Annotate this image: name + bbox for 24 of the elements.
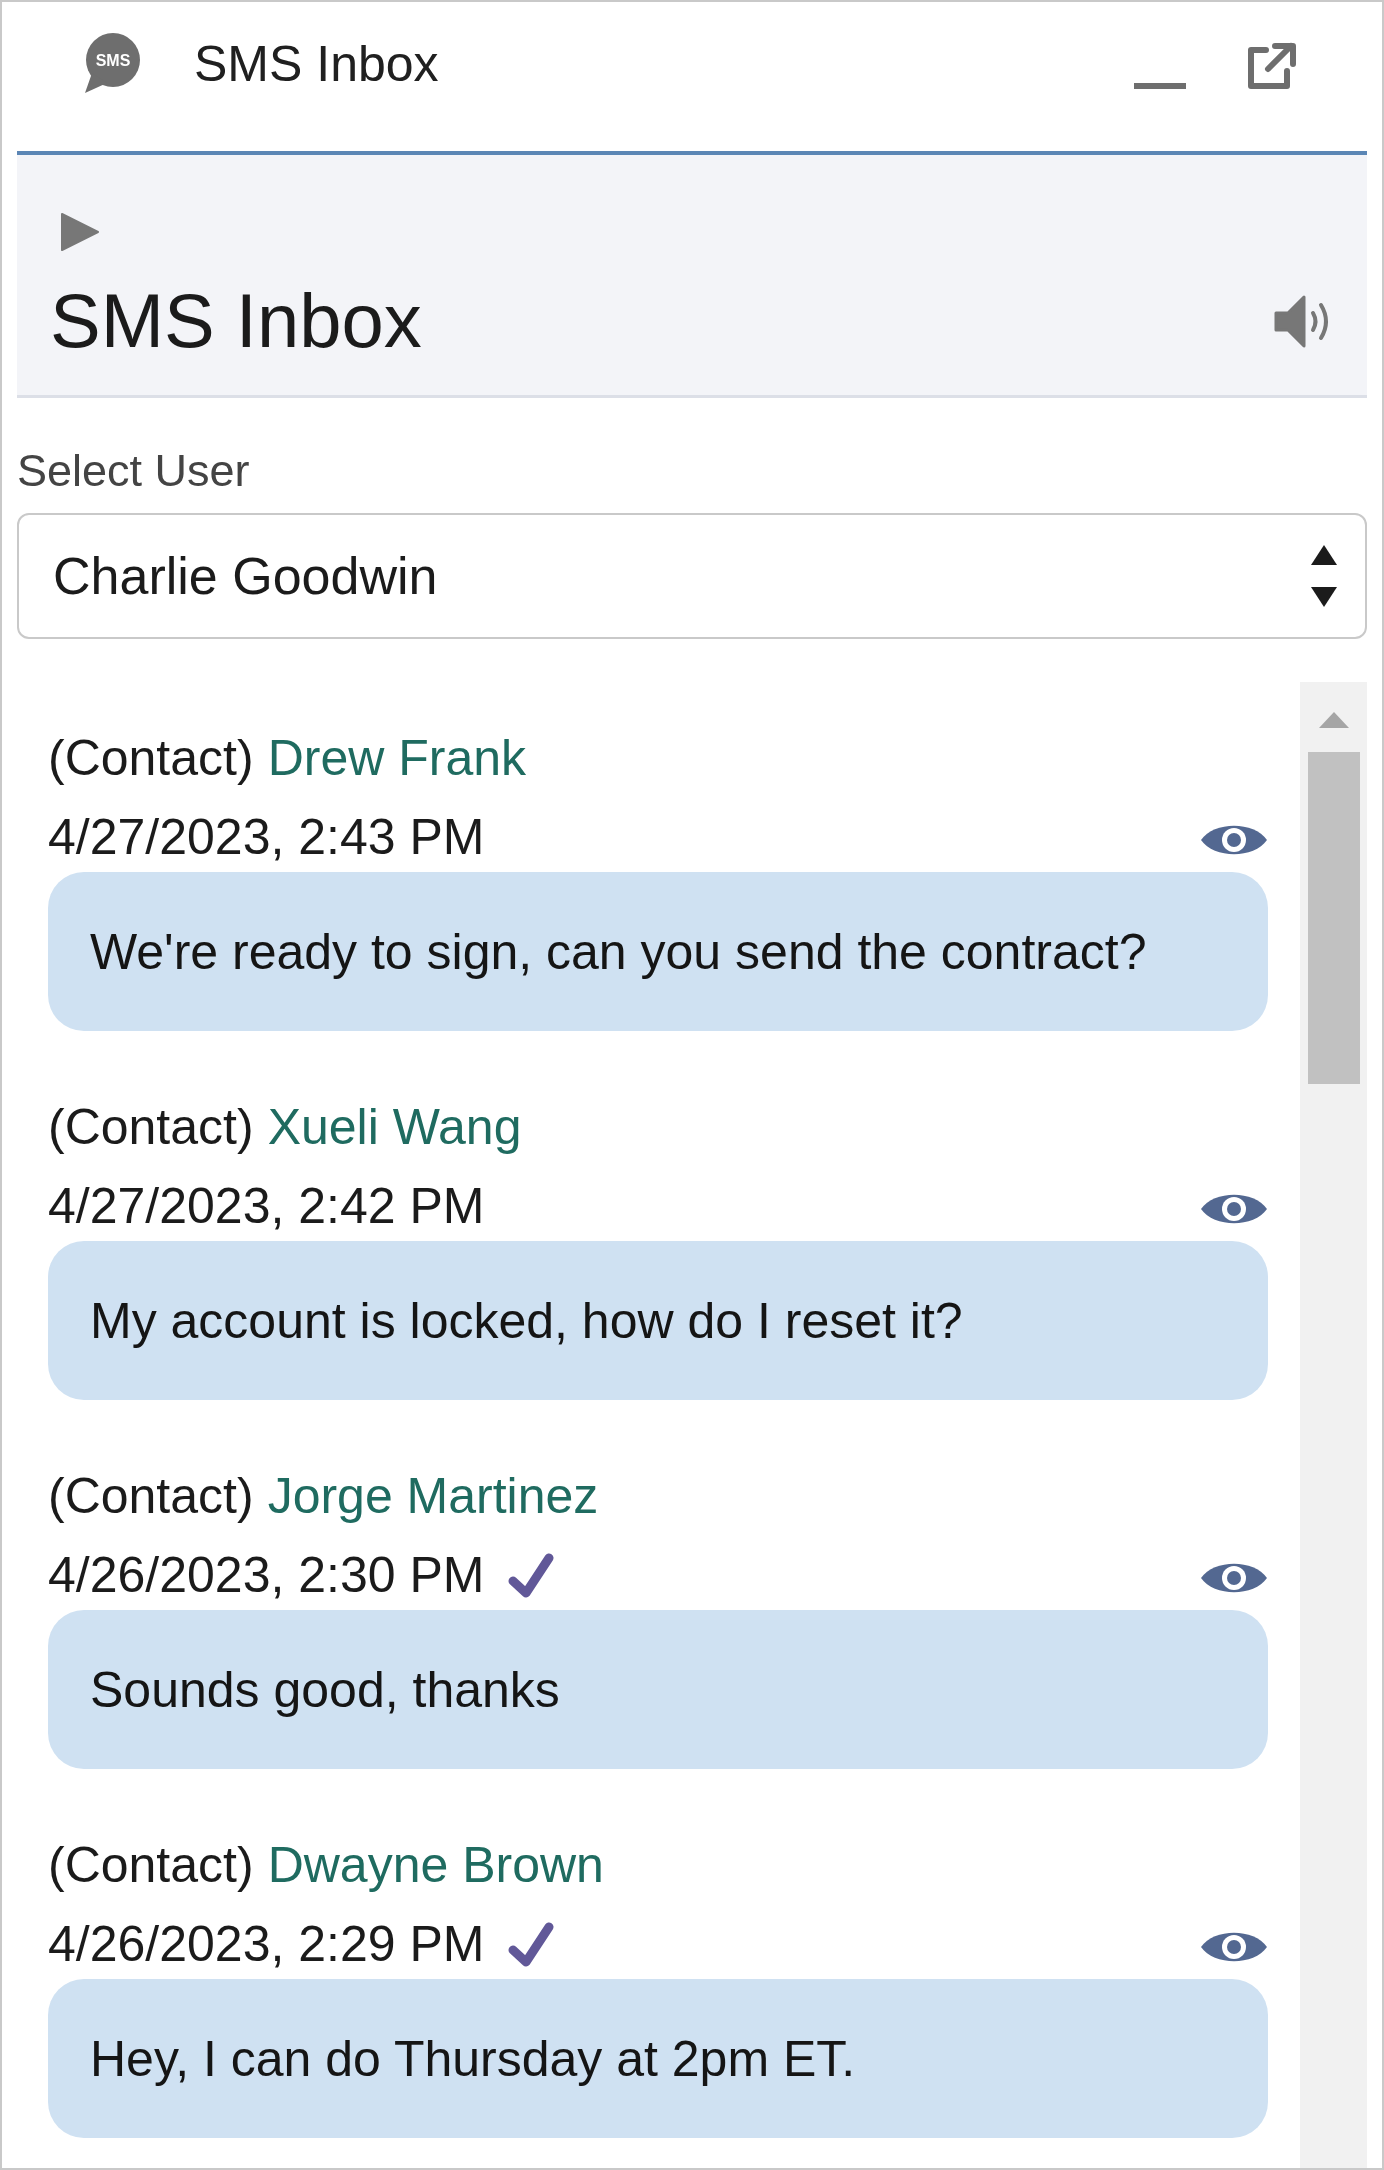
contact-name-link[interactable]: Xueli Wang <box>267 1097 522 1157</box>
field-label: Select User <box>17 445 250 496</box>
message-timestamp: 4/26/2023, 2:29 PM <box>48 1915 485 1974</box>
message-bubble: My account is locked, how do I reset it? <box>48 1241 1268 1400</box>
contact-name-link[interactable]: Dwayne Brown <box>267 1835 604 1895</box>
message-timestamp: 4/26/2023, 2:30 PM <box>48 1546 485 1605</box>
message-bubble: Hey, I can do Thursday at 2pm ET. <box>48 1979 1268 2138</box>
message-timestamp: 4/27/2023, 2:42 PM <box>48 1177 485 1236</box>
user-select[interactable]: Charlie Goodwin <box>17 513 1367 639</box>
contact-type-label: (Contact) <box>48 1467 254 1526</box>
contact-type-label: (Contact) <box>48 1098 254 1157</box>
contact-name-link[interactable]: Drew Frank <box>267 728 526 788</box>
contact-type-label: (Contact) <box>48 1836 254 1895</box>
external-link-icon[interactable] <box>1246 41 1298 91</box>
message-bubble: Sounds good, thanks <box>48 1610 1268 1769</box>
message-bubble: We're ready to sign, can you send the contract? <box>48 872 1268 1031</box>
up-down-arrows-icon <box>1311 545 1337 607</box>
page-title: SMS Inbox <box>50 277 422 365</box>
window-title: SMS Inbox <box>194 35 439 94</box>
scrollbar-thumb[interactable] <box>1307 752 1360 1084</box>
message-timestamp: 4/27/2023, 2:43 PM <box>48 808 485 867</box>
play-icon[interactable] <box>60 212 100 252</box>
contact-name-link[interactable]: Jorge Martinez <box>267 1466 599 1526</box>
contact-type-label: (Contact) <box>48 729 254 788</box>
